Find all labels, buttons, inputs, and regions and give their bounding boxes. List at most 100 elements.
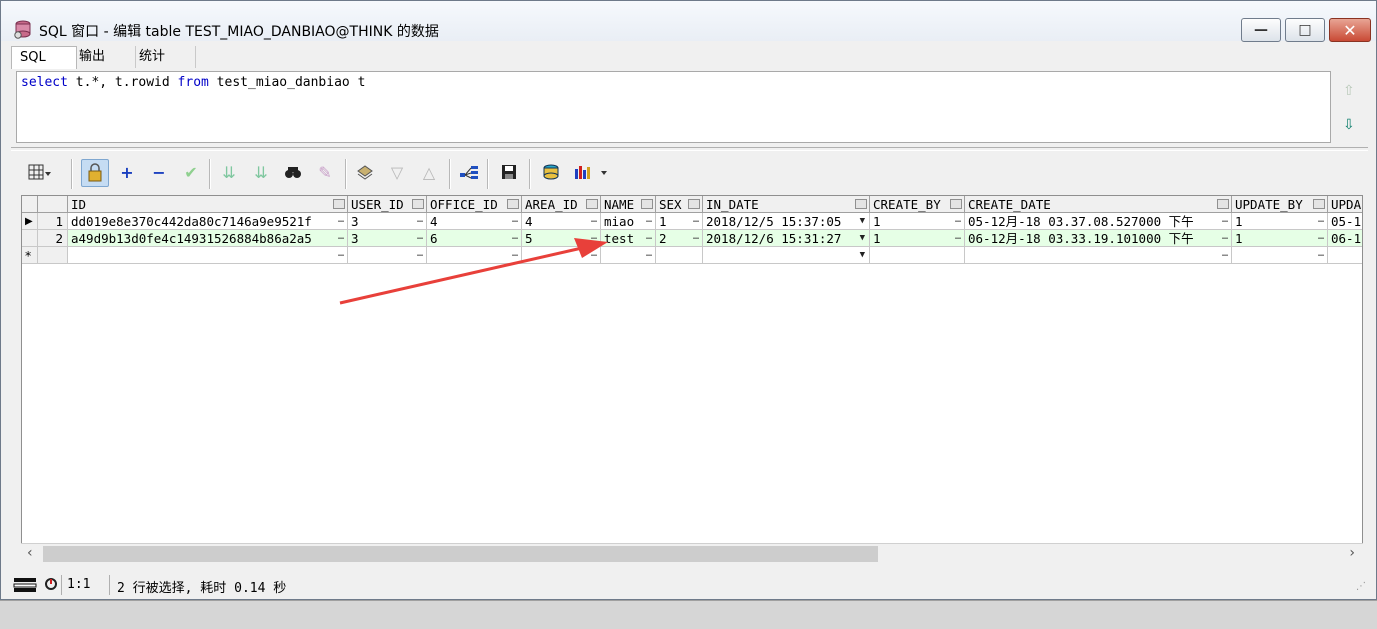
cell-id[interactable]: dd019e8e370c442da80c7146a9e9521f… <box>68 213 348 230</box>
cell-area-id[interactable]: 4… <box>522 213 601 230</box>
horizontal-scrollbar[interactable]: ‹ › <box>21 543 1363 564</box>
cell-sex[interactable]: 1… <box>656 213 703 230</box>
tab-sql[interactable]: SQL <box>11 46 77 69</box>
ellipsis-button[interactable]: … <box>338 213 344 228</box>
post-changes-button[interactable]: ✔ <box>177 159 205 187</box>
ellipsis-button[interactable]: … <box>591 213 597 228</box>
cell-area-id[interactable]: 5… <box>522 230 601 247</box>
ellipsis-button[interactable]: … <box>955 213 961 228</box>
last-page-button[interactable]: ⇊ <box>247 159 275 187</box>
column-header-in-date[interactable]: IN_DATE <box>703 196 870 213</box>
maximize-button[interactable]: □ <box>1285 18 1325 42</box>
tab-statistics[interactable]: 统计 <box>131 46 196 68</box>
chart-button[interactable] <box>569 159 607 187</box>
insert-record-button[interactable]: + <box>113 159 141 187</box>
data-grid[interactable]: ID USER_ID OFFICE_ID AREA_ID NAME SEX IN… <box>21 195 1363 563</box>
ellipsis-button[interactable]: … <box>417 247 423 262</box>
table-row[interactable]: ▶ 1 dd019e8e370c442da80c7146a9e9521f… 3…… <box>22 213 1362 230</box>
edit-lock-button[interactable] <box>81 159 109 187</box>
ellipsis-button[interactable]: … <box>512 230 518 245</box>
scroll-right-icon[interactable]: › <box>1349 545 1355 561</box>
cell-name[interactable]: test… <box>601 230 656 247</box>
find-button[interactable] <box>279 159 307 187</box>
save-button[interactable] <box>495 159 523 187</box>
ellipsis-button[interactable]: … <box>591 247 597 262</box>
column-header-name[interactable]: NAME <box>601 196 656 213</box>
cell-update-date[interactable]: 05-1 <box>1328 213 1362 230</box>
ellipsis-button[interactable]: … <box>417 230 423 245</box>
cell-update-date[interactable] <box>1328 247 1362 264</box>
column-header-office-id[interactable]: OFFICE_ID <box>427 196 522 213</box>
column-header-user-id[interactable]: USER_ID <box>348 196 427 213</box>
tab-output[interactable]: 输出 <box>71 46 136 68</box>
ellipsis-button[interactable]: … <box>646 213 652 228</box>
tree-view-button[interactable] <box>455 159 483 187</box>
cell-sex[interactable]: 2… <box>656 230 703 247</box>
cell-create-date[interactable]: 05-12月-18 03.37.08.527000 下午… <box>965 213 1232 230</box>
cell-name[interactable]: … <box>601 247 656 264</box>
sql-editor[interactable]: select t.*, t.rowid from test_miao_danbi… <box>16 71 1331 143</box>
ellipsis-button[interactable]: … <box>1222 247 1228 262</box>
filter-up-button[interactable]: △ <box>415 159 443 187</box>
column-header-update-by[interactable]: UPDATE_BY <box>1232 196 1328 213</box>
cell-update-by[interactable]: … <box>1232 247 1328 264</box>
ellipsis-button[interactable]: … <box>1222 213 1228 228</box>
cell-update-date[interactable]: 06-1 <box>1328 230 1362 247</box>
column-header-create-date[interactable]: CREATE_DATE <box>965 196 1232 213</box>
cell-office-id[interactable]: 4… <box>427 213 522 230</box>
sort-button[interactable] <box>950 199 962 209</box>
column-header-update-date[interactable]: UPDA <box>1328 196 1362 213</box>
scroll-left-icon[interactable]: ‹ <box>27 545 33 561</box>
delete-record-button[interactable]: − <box>145 159 173 187</box>
ellipsis-button[interactable]: … <box>693 230 699 245</box>
sort-button[interactable] <box>1217 199 1229 209</box>
column-header-create-by[interactable]: CREATE_BY <box>870 196 965 213</box>
title-bar[interactable]: SQL 窗口 - 编辑 table TEST_MIAO_DANBIAO@THIN… <box>1 1 1376 42</box>
ellipsis-button[interactable]: … <box>1318 247 1324 262</box>
sort-button[interactable] <box>855 199 867 209</box>
cell-in-date[interactable]: 2018/12/6 15:31:27 ▼ <box>703 230 870 247</box>
cell-update-by[interactable]: 1… <box>1232 230 1328 247</box>
ellipsis-button[interactable]: … <box>646 230 652 245</box>
ellipsis-button[interactable]: … <box>693 213 699 228</box>
sort-button[interactable] <box>333 199 345 209</box>
dropdown-icon[interactable]: ▼ <box>860 213 865 229</box>
previous-statement-icon[interactable]: ⇧ <box>1343 83 1355 99</box>
sort-button[interactable] <box>1313 199 1325 209</box>
ellipsis-button[interactable]: … <box>417 213 423 228</box>
query-by-example-button[interactable] <box>351 159 379 187</box>
column-header-id[interactable]: ID <box>68 196 348 213</box>
clear-button[interactable]: ✎ <box>311 159 339 187</box>
resize-grip-icon[interactable]: ⋰ <box>1356 581 1366 592</box>
next-page-button[interactable]: ⇊ <box>215 159 243 187</box>
filter-down-button[interactable]: ▽ <box>383 159 411 187</box>
cell-id[interactable]: a49d9b13d0fe4c14931526884b86a2a5… <box>68 230 348 247</box>
cell-name[interactable]: miao… <box>601 213 656 230</box>
ellipsis-button[interactable]: … <box>338 230 344 245</box>
cell-in-date[interactable]: 2018/12/5 15:37:05 ▼ <box>703 213 870 230</box>
next-statement-icon[interactable]: ⇩ <box>1343 117 1355 133</box>
ellipsis-button[interactable]: … <box>338 247 344 262</box>
dropdown-icon[interactable]: ▼ <box>860 247 865 263</box>
splitter[interactable] <box>11 147 1368 151</box>
grid-view-button[interactable] <box>23 159 51 187</box>
sort-button[interactable] <box>412 199 424 209</box>
cell-create-by[interactable]: 1… <box>870 213 965 230</box>
sort-button[interactable] <box>507 199 519 209</box>
cell-sex[interactable] <box>656 247 703 264</box>
ellipsis-button[interactable]: … <box>1318 213 1324 228</box>
ellipsis-button[interactable]: … <box>1318 230 1324 245</box>
cell-update-by[interactable]: 1… <box>1232 213 1328 230</box>
table-row[interactable]: 2 a49d9b13d0fe4c14931526884b86a2a5… 3… 6… <box>22 230 1362 247</box>
cell-user-id[interactable]: 3… <box>348 230 427 247</box>
cell-user-id[interactable]: … <box>348 247 427 264</box>
sort-button[interactable] <box>688 199 700 209</box>
ellipsis-button[interactable]: … <box>955 230 961 245</box>
cell-id[interactable]: … <box>68 247 348 264</box>
cell-office-id[interactable]: 6… <box>427 230 522 247</box>
cell-create-date[interactable]: 06-12月-18 03.33.19.101000 下午… <box>965 230 1232 247</box>
sort-button[interactable] <box>641 199 653 209</box>
cell-office-id[interactable]: … <box>427 247 522 264</box>
minimize-button[interactable]: — <box>1241 18 1281 42</box>
ellipsis-button[interactable]: … <box>646 247 652 262</box>
